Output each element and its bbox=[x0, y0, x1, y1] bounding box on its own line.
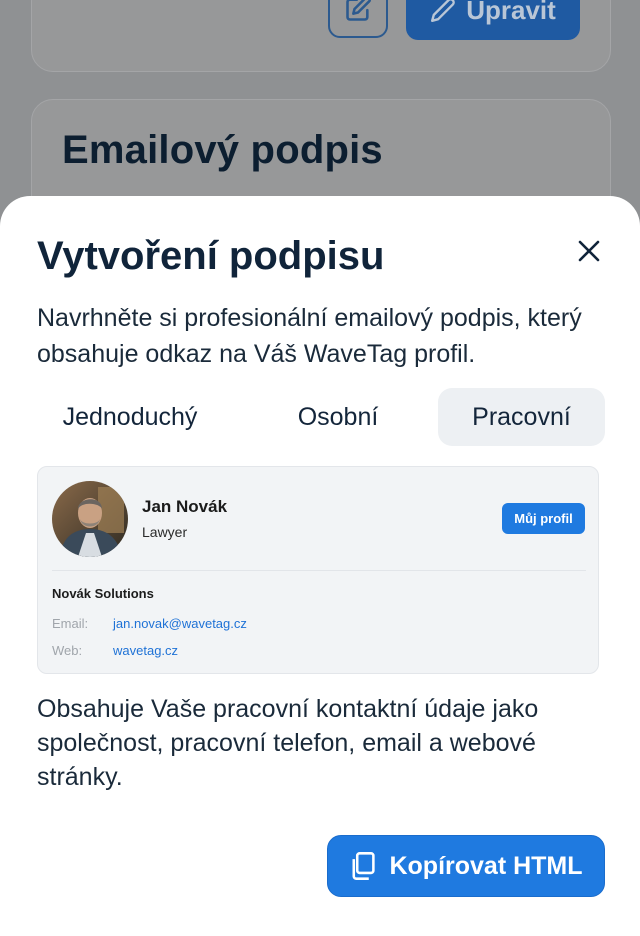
signature-type-description: Obsahuje Vaše pracovní kontaktní údaje j… bbox=[37, 695, 539, 791]
edit-square-icon bbox=[346, 0, 372, 21]
signature-preview: Jan Novák Lawyer Můj profil Novák Soluti… bbox=[37, 466, 599, 674]
web-link[interactable]: wavetag.cz bbox=[113, 643, 178, 658]
web-label: Web: bbox=[52, 643, 83, 658]
tab-osobni[interactable]: Osobní bbox=[238, 388, 438, 446]
divider bbox=[52, 570, 586, 571]
signature-type-tabs: Jednoduchý Osobní Pracovní bbox=[30, 388, 606, 446]
close-button[interactable] bbox=[570, 232, 608, 270]
person-name: Jan Novák bbox=[142, 497, 228, 516]
copy-html-label: Kopírovat HTML bbox=[389, 851, 583, 880]
pencil-icon bbox=[431, 0, 456, 23]
background-edit-label: Upravit bbox=[466, 0, 556, 25]
email-label: Email: bbox=[52, 616, 89, 631]
person-role: Lawyer bbox=[142, 524, 188, 540]
my-profile-button[interactable]: Můj profil bbox=[502, 503, 585, 534]
sheet-description: Navrhněte si profesionální emailový podp… bbox=[37, 304, 582, 368]
background-section-heading: Emailový podpis bbox=[62, 128, 383, 172]
avatar bbox=[52, 481, 128, 557]
close-icon bbox=[578, 240, 600, 262]
tab-pracovni[interactable]: Pracovní bbox=[438, 388, 605, 446]
sheet-title: Vytvoření podpisu bbox=[37, 234, 385, 278]
background-edit-icon-button bbox=[328, 0, 388, 38]
email-link[interactable]: jan.novak@wavetag.cz bbox=[113, 616, 247, 631]
background-edit-button: Upravit bbox=[406, 0, 580, 40]
company-name: Novák Solutions bbox=[52, 586, 154, 601]
tab-jednoduchy[interactable]: Jednoduchý bbox=[30, 388, 230, 446]
copy-icon bbox=[352, 852, 376, 880]
copy-html-button[interactable]: Kopírovat HTML bbox=[327, 835, 605, 897]
signature-sheet: Vytvoření podpisu Navrhněte si profesion… bbox=[0, 196, 640, 936]
